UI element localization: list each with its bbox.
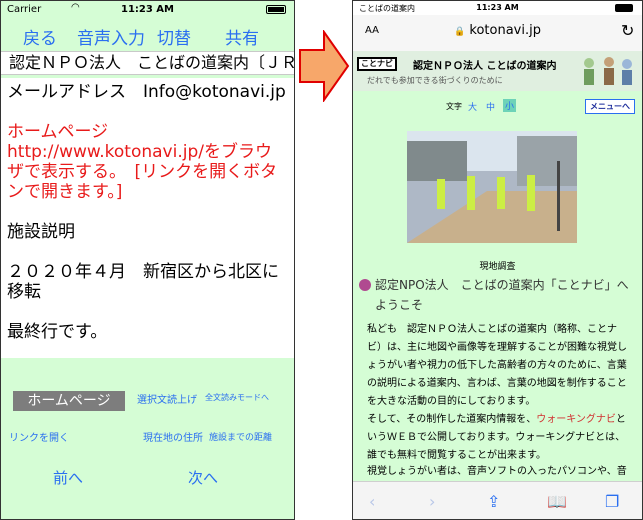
next-button[interactable]: 次へ [188, 467, 218, 488]
heading-bullet-icon [359, 279, 371, 291]
bookmarks-icon[interactable]: 📖 [547, 492, 567, 511]
right-arrow-icon [299, 30, 350, 102]
browser-toolbar: ‹ › ⇪ 📖 ❐ [353, 481, 642, 519]
field-survey-photo [407, 131, 577, 243]
text-size-small-button[interactable]: 小 [503, 99, 517, 112]
toggle-button[interactable]: 切替 [157, 24, 191, 49]
welcome-heading: 認定NPO法人 ことばの道案内「ことナビ」へようこそ [375, 278, 629, 312]
email-line: メールアドレス Info@kotonavi.jp [7, 82, 286, 102]
battery-icon [615, 4, 633, 12]
current-address-button[interactable]: 現在地の住所 [143, 429, 203, 444]
text-size-label: 文字 [446, 102, 462, 111]
banner-title: 認定ＮＰＯ法人 ことばの道案内 [413, 61, 557, 72]
text-size-medium-button[interactable]: 中 [486, 100, 495, 113]
address-bar[interactable]: AA 🔒 kotonavi.jp ↻ [353, 15, 642, 51]
tabs-icon[interactable]: ❐ [605, 492, 619, 511]
forward-icon[interactable]: › [429, 492, 435, 511]
url-text: kotonavi.jp [469, 23, 541, 38]
read-all-mode-button[interactable]: 全文読みモードへ [205, 392, 269, 403]
walking-navi-link[interactable]: ウォーキングナビ [536, 414, 616, 425]
share-button[interactable]: 共有 [225, 24, 259, 49]
banner-illustration-icon [584, 57, 632, 85]
text-size-large-button[interactable]: 大 [468, 100, 477, 113]
site-logo[interactable]: ことナビ [357, 57, 397, 71]
read-selected-button[interactable]: 選択文読上げ [137, 391, 197, 406]
page-title: 認定ＮＰＯ法人 ことばの道案内〔ＪＲ [1, 51, 294, 75]
current-item-button[interactable]: ホームページ [13, 391, 125, 411]
voice-input-button[interactable]: 音声入力 [77, 24, 145, 49]
intro-paragraph: 私ども 認定ＮＰＯ法人ことばの道案内（略称、ことナビ）は、主に地図や画像等を理解… [367, 321, 629, 411]
intro-text: 私ども 認定ＮＰＯ法人ことばの道案内（略称、ことナビ）は、主に地図や画像等を理解… [367, 324, 627, 407]
share-icon[interactable]: ⇪ [487, 492, 500, 511]
page-body: 文字 大 中 小 メニューへ 現地調査 認定NPO法人 ことばの道案内「ことナビ… [353, 91, 642, 495]
status-bar: Carrier ◠ 11:23 AM [1, 1, 294, 19]
lock-icon: 🔒 [454, 27, 466, 37]
site-banner: ことナビ 認定ＮＰＯ法人 ことばの道案内 だれでも参加できる街づくりのために [353, 51, 642, 91]
browser-status-time: 11:23 AM [476, 3, 519, 12]
moved-line: ２０２０年４月 新宿区から北区に移転 [7, 262, 279, 302]
open-link-button[interactable]: リンクを開く [9, 429, 69, 444]
right-phone-screen: ことばの道案内 11:23 AM AA 🔒 kotonavi.jp ↻ ことナビ… [352, 0, 643, 520]
back-icon[interactable]: ‹ [369, 492, 375, 511]
distance-button[interactable]: 施設までの距離 [209, 430, 272, 443]
walking-navi-paragraph: そして、その制作した道案内情報を、ウォーキングナビというＷＥＢで公開しております… [367, 411, 629, 465]
photo-caption: 現地調査 [479, 262, 516, 272]
battery-icon [266, 5, 286, 14]
back-button[interactable]: 戻る [23, 24, 57, 49]
facility-text-view[interactable]: メールアドレス Info@kotonavi.jp ホームページ http://w… [1, 78, 294, 358]
status-time: 11:23 AM [120, 4, 174, 15]
homepage-line: ホームページ http://www.kotonavi.jp/をブラウザで表示する… [7, 122, 278, 202]
section-heading: 施設説明 [7, 222, 75, 242]
prev-button[interactable]: 前へ [53, 467, 83, 488]
left-phone-screen: Carrier ◠ 11:23 AM 戻る 音声入力 切替 共有 認定ＮＰＯ法人… [0, 0, 295, 520]
browser-status-bar: ことばの道案内 11:23 AM [353, 1, 642, 15]
last-line: 最終行です。 [7, 322, 108, 342]
walking-navi-text-a: そして、その制作した道案内情報を、 [367, 414, 537, 425]
reload-icon[interactable]: ↻ [621, 21, 634, 40]
banner-subtitle: だれでも参加できる街づくりのために [367, 76, 503, 85]
menu-button[interactable]: メニューへ [585, 99, 635, 114]
url-field[interactable]: 🔒 kotonavi.jp [353, 23, 642, 38]
